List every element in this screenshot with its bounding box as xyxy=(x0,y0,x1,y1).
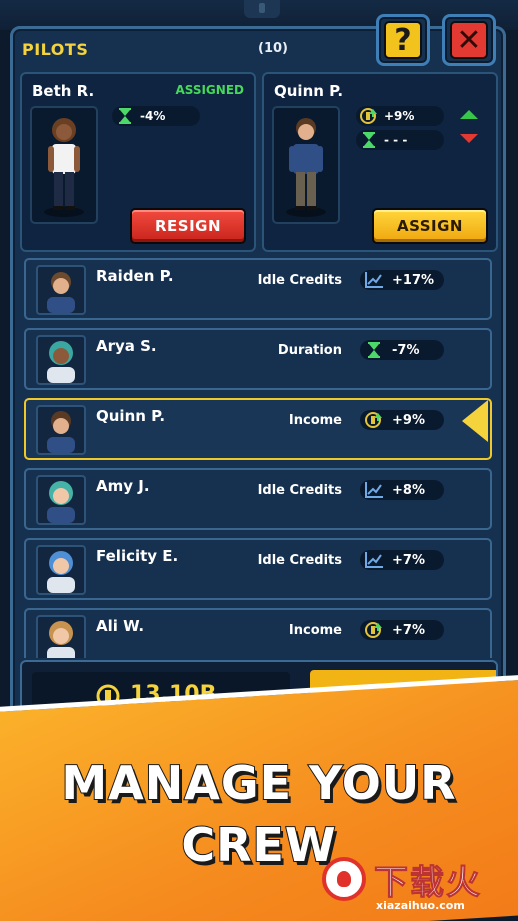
chart-up-icon xyxy=(365,552,383,568)
pilot-bonus-type: Duration xyxy=(277,343,342,358)
pilot-avatar xyxy=(36,545,86,595)
candidate-pilot-card: Quinn P. +9% - - - ASSIGN xyxy=(262,72,498,252)
watermark: 下载火 xiazaihuo.com xyxy=(322,853,512,919)
income-coin-icon xyxy=(365,622,382,638)
pilot-bonus-type: Income xyxy=(288,623,342,638)
pilot-row-ali[interactable]: Ali W. Income +7% xyxy=(24,608,492,658)
pilot-avatar xyxy=(36,615,86,658)
pilot-bonus-type: Idle Credits xyxy=(257,273,342,288)
pilot-row-felicity[interactable]: Felicity E. Idle Credits +7% xyxy=(24,538,492,600)
help-button[interactable]: ? xyxy=(376,14,430,66)
assigned-pilot-name: Beth R. xyxy=(32,82,95,100)
watermark-brand: 下载火 xyxy=(374,863,482,904)
assigned-stat-pill: -4% xyxy=(112,106,200,126)
income-coin-icon xyxy=(360,108,377,124)
candidate-pilot-name: Quinn P. xyxy=(274,82,344,100)
pilot-bonus-pill: +8% xyxy=(360,480,444,500)
pilot-count: (10) xyxy=(258,41,288,56)
banner-headline-line1: MANAGE YOUR xyxy=(60,755,457,811)
hourglass-icon xyxy=(363,132,375,148)
hourglass-icon xyxy=(119,108,131,124)
pilot-bonus-pill: +9% xyxy=(360,410,444,430)
candidate-stat1-pill: +9% xyxy=(356,106,444,126)
pilot-figure-icon xyxy=(286,118,326,217)
close-button[interactable]: ✕ xyxy=(442,14,496,66)
pilot-bonus-value: +7% xyxy=(392,622,425,638)
chart-up-icon xyxy=(365,482,383,498)
pilot-avatar xyxy=(36,475,86,525)
pilot-figure-icon xyxy=(44,118,84,217)
assigned-status: ASSIGNED xyxy=(175,83,244,97)
candidate-stat2-value: - - - xyxy=(384,133,408,147)
pilot-row-amy[interactable]: Amy J. Idle Credits +8% xyxy=(24,468,492,530)
pilot-bonus-type: Income xyxy=(288,413,342,428)
chart-up-icon xyxy=(365,272,383,288)
pilot-name: Quinn P. xyxy=(96,407,166,425)
pilot-bonus-type: Idle Credits xyxy=(257,483,342,498)
resign-button[interactable]: RESIGN xyxy=(130,208,246,244)
assign-button[interactable]: ASSIGN xyxy=(372,208,488,244)
pilot-list[interactable]: Raiden P. Idle Credits +17% Arya S. Dura… xyxy=(20,258,496,658)
pilot-name: Amy J. xyxy=(96,477,150,495)
pilot-bonus-pill: +7% xyxy=(360,550,444,570)
pilot-row-raiden[interactable]: Raiden P. Idle Credits +17% xyxy=(24,258,492,320)
panel-title: PILOTS xyxy=(22,40,89,59)
pilot-bonus-value: -7% xyxy=(392,342,420,358)
candidate-stat1-value: +9% xyxy=(384,109,415,123)
question-icon: ? xyxy=(384,21,422,59)
pilot-avatar xyxy=(36,265,86,315)
pilot-name: Ali W. xyxy=(96,617,145,635)
pilot-bonus-value: +8% xyxy=(392,482,425,498)
candidate-pilot-portrait xyxy=(272,106,340,224)
pilot-row-arya[interactable]: Arya S. Duration -7% xyxy=(24,328,492,390)
pilot-avatar xyxy=(36,335,86,385)
pilot-bonus-pill: +7% xyxy=(360,620,444,640)
selection-arrow-icon xyxy=(462,400,488,442)
pilot-avatar xyxy=(36,405,86,455)
assigned-stat-value: -4% xyxy=(140,109,166,123)
pilot-bonus-pill: +17% xyxy=(360,270,444,290)
pilot-bonus-value: +17% xyxy=(392,272,435,288)
pilot-bonus-value: +7% xyxy=(392,552,425,568)
pilot-name: Raiden P. xyxy=(96,267,174,285)
watermark-url: xiazaihuo.com xyxy=(376,899,465,912)
hourglass-icon xyxy=(368,342,380,358)
close-icon: ✕ xyxy=(450,21,488,59)
decrease-arrow-icon xyxy=(460,134,478,143)
pilot-bonus-pill: -7% xyxy=(360,340,444,360)
increase-arrow-icon xyxy=(460,110,478,119)
pilot-bonus-type: Idle Credits xyxy=(257,553,342,568)
income-coin-icon xyxy=(365,412,382,428)
assigned-pilot-card: Beth R. ASSIGNED -4% RESIGN xyxy=(20,72,256,252)
pilot-name: Arya S. xyxy=(96,337,157,355)
pilot-row-quinn[interactable]: Quinn P. Income +9% xyxy=(24,398,492,460)
pilot-bonus-value: +9% xyxy=(392,412,425,428)
pilot-name: Felicity E. xyxy=(96,547,179,565)
watermark-logo-icon xyxy=(322,857,366,901)
top-slot xyxy=(244,0,280,18)
candidate-stat2-pill: - - - xyxy=(356,130,444,150)
assigned-pilot-portrait xyxy=(30,106,98,224)
